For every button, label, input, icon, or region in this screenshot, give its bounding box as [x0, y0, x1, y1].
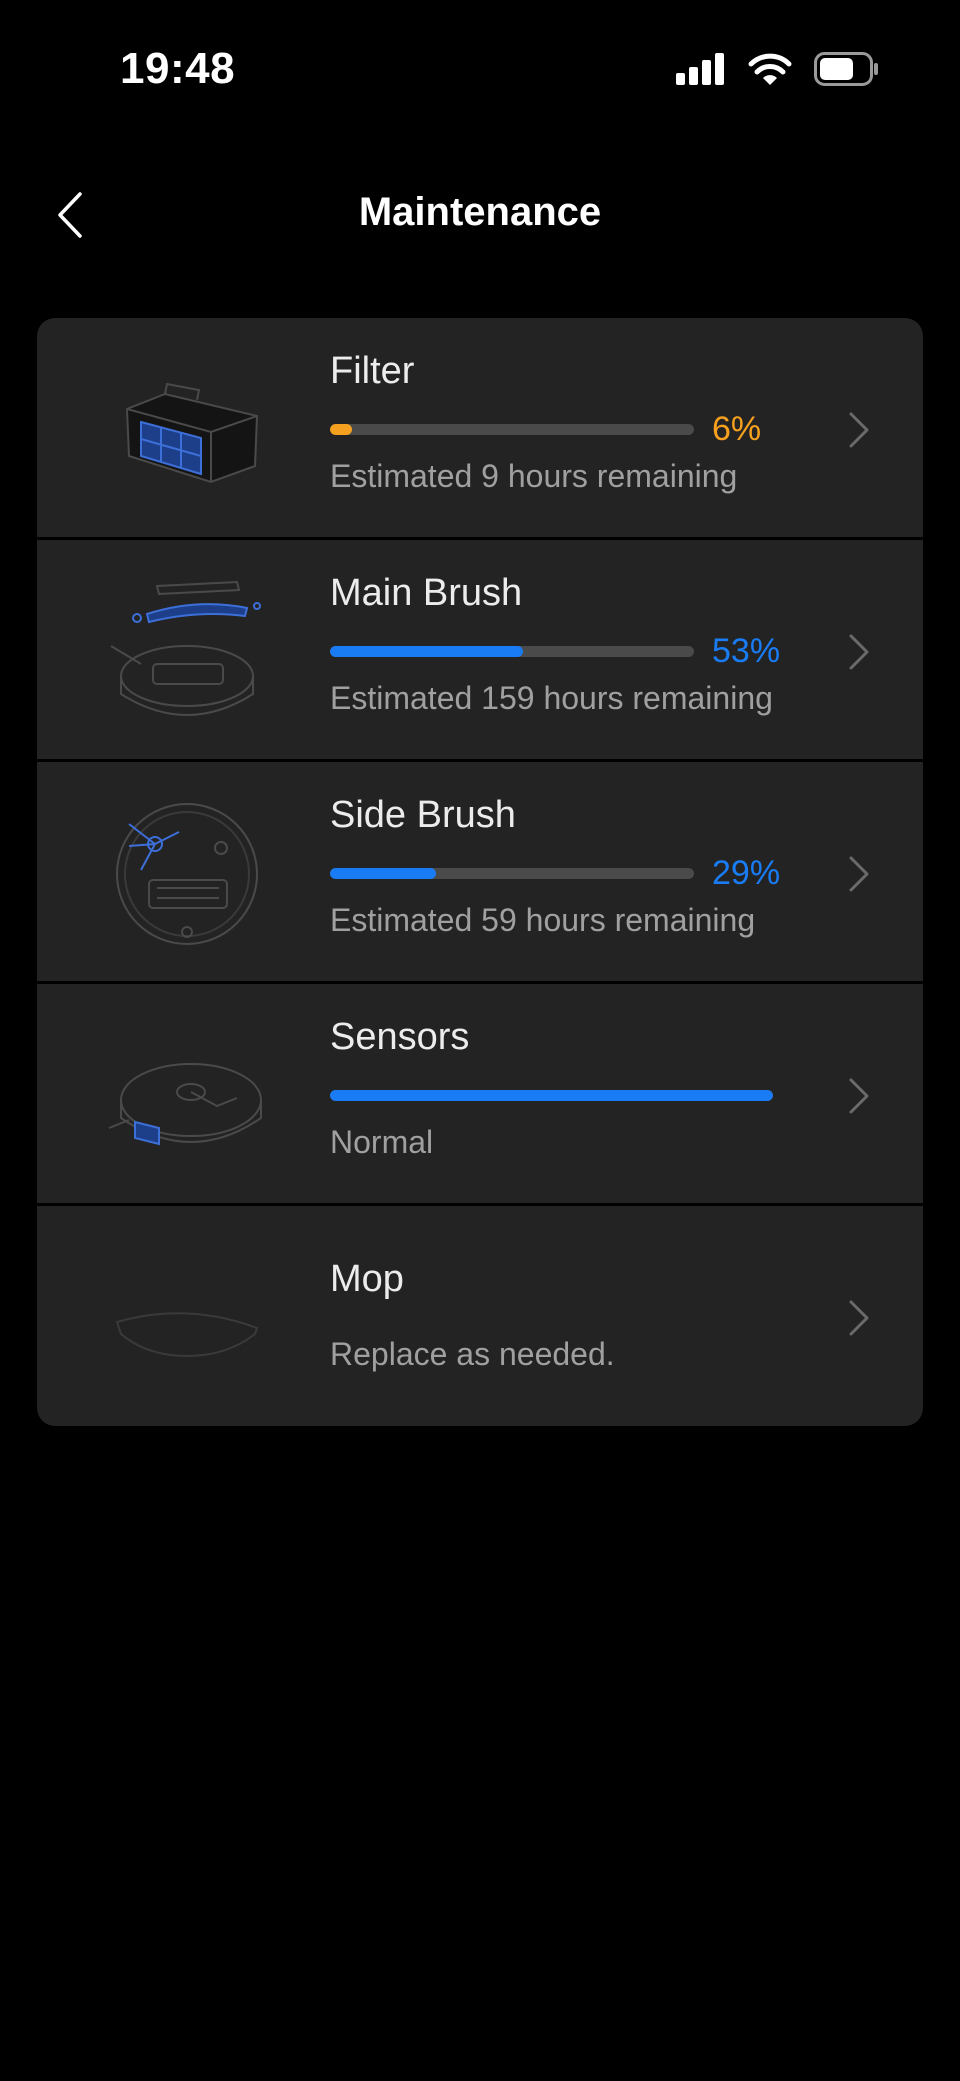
item-name: Main Brush: [330, 572, 523, 614]
percent-label: 53%: [712, 632, 781, 670]
progress-fill: [330, 1090, 773, 1101]
chevron-right-icon: [849, 412, 869, 448]
progress-fill: [330, 646, 523, 657]
main-brush-icon: [110, 580, 261, 716]
progress-bar: [330, 424, 694, 435]
progress-bar: [330, 868, 694, 879]
chevron-right-icon: [849, 634, 869, 670]
chevron-right-icon: [849, 1300, 869, 1336]
sensors-icon: [108, 1063, 262, 1146]
percent-label: 6%: [712, 410, 762, 448]
item-name: Mop: [330, 1258, 404, 1300]
list-item-mop[interactable]: Mop Replace as needed.: [37, 1206, 923, 1426]
page-title: Maintenance: [358, 190, 602, 234]
filter-icon: [125, 382, 259, 484]
list-item-filter[interactable]: Filter 6% Estimated 9 hours remaining: [37, 318, 923, 540]
nav-bar: Maintenance: [0, 170, 960, 260]
side-brush-icon: [116, 803, 258, 945]
progress-fill: [330, 868, 436, 879]
remaining-text: Estimated 9 hours remaining: [330, 458, 738, 494]
progress-fill: [330, 424, 352, 435]
status-text: Normal: [330, 1124, 434, 1160]
item-name: Side Brush: [330, 794, 516, 836]
cellular-signal-icon: [676, 53, 724, 85]
maintenance-list: Filter 6% Estimated 9 hours remaining Ma…: [37, 318, 923, 1426]
chevron-right-icon: [849, 1078, 869, 1114]
status-bar: 19:48: [0, 0, 960, 140]
status-time: 19:48: [120, 44, 236, 93]
battery-icon: [814, 52, 878, 86]
remaining-text: Estimated 159 hours remaining: [330, 680, 773, 716]
chevron-right-icon: [849, 856, 869, 892]
list-item-side-brush[interactable]: Side Brush 29% Estimated 59 hours remain…: [37, 762, 923, 984]
list-item-sensors[interactable]: Sensors Normal: [37, 984, 923, 1206]
list-item-main-brush[interactable]: Main Brush 53% Estimated 159 hours remai…: [37, 540, 923, 762]
item-name: Filter: [330, 350, 415, 392]
wifi-icon: [748, 53, 792, 85]
mop-icon: [115, 1312, 259, 1358]
item-name: Sensors: [330, 1016, 470, 1058]
progress-bar: [330, 1090, 773, 1101]
progress-bar: [330, 646, 694, 657]
remaining-text: Estimated 59 hours remaining: [330, 902, 756, 938]
status-icons: [676, 52, 880, 86]
status-text: Replace as needed.: [330, 1336, 615, 1372]
percent-label: 29%: [712, 854, 781, 892]
